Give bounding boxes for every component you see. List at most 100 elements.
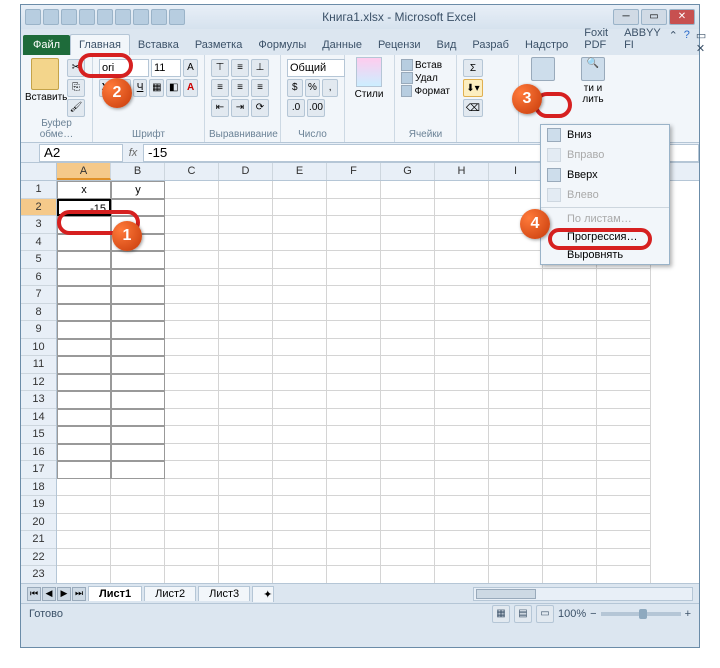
redo-icon[interactable]: [79, 9, 95, 25]
cell-A1[interactable]: x: [57, 181, 111, 199]
cell-empty[interactable]: [381, 374, 435, 392]
sheet-prev-button[interactable]: ◀: [42, 587, 56, 601]
cell-empty[interactable]: [273, 339, 327, 357]
cell-B15[interactable]: [111, 426, 165, 444]
cell-B10[interactable]: [111, 339, 165, 357]
cell-empty[interactable]: [381, 566, 435, 583]
row-header-2[interactable]: 2: [21, 199, 56, 217]
format-painter-button[interactable]: 🖌: [67, 99, 85, 117]
cell-empty[interactable]: [597, 356, 651, 374]
percent-button[interactable]: %: [305, 79, 321, 97]
cell-empty[interactable]: [219, 514, 273, 532]
cell-empty[interactable]: [435, 426, 489, 444]
cell-empty[interactable]: [327, 356, 381, 374]
cell-empty[interactable]: [327, 479, 381, 497]
cell-empty[interactable]: [489, 531, 543, 549]
cell-empty[interactable]: [219, 321, 273, 339]
cell-B16[interactable]: [111, 444, 165, 462]
row-header-14[interactable]: 14: [21, 409, 56, 427]
cell-empty[interactable]: [381, 514, 435, 532]
insert-cells-button[interactable]: Встав: [401, 59, 450, 71]
comma-button[interactable]: ,: [322, 79, 338, 97]
cell-empty[interactable]: [327, 321, 381, 339]
cell-A14[interactable]: [57, 409, 111, 427]
cell-empty[interactable]: [381, 461, 435, 479]
cell-empty[interactable]: [165, 531, 219, 549]
cell-empty[interactable]: [597, 286, 651, 304]
cell-empty[interactable]: [111, 496, 165, 514]
row-header-22[interactable]: 22: [21, 549, 56, 567]
currency-button[interactable]: $: [287, 79, 303, 97]
cell-empty[interactable]: [435, 496, 489, 514]
cell-empty[interactable]: [489, 444, 543, 462]
cell-empty[interactable]: [435, 304, 489, 322]
cell-empty[interactable]: [273, 304, 327, 322]
row-header-15[interactable]: 15: [21, 426, 56, 444]
cell-B9[interactable]: [111, 321, 165, 339]
cell-A5[interactable]: [57, 251, 111, 269]
view-layout-button[interactable]: ▤: [514, 605, 532, 623]
cell-empty[interactable]: [489, 479, 543, 497]
cell-empty[interactable]: [543, 566, 597, 583]
cell-A7[interactable]: [57, 286, 111, 304]
cell-empty[interactable]: [543, 461, 597, 479]
cell-empty[interactable]: [489, 566, 543, 583]
cell-empty[interactable]: [273, 321, 327, 339]
cell-empty[interactable]: [489, 461, 543, 479]
cell-empty[interactable]: [543, 304, 597, 322]
sort-filter-button[interactable]: [523, 57, 563, 117]
copy-button[interactable]: ⎘: [67, 79, 85, 97]
tab-developer[interactable]: Разраб: [464, 35, 517, 55]
row-header-10[interactable]: 10: [21, 339, 56, 357]
cell-empty[interactable]: [435, 479, 489, 497]
decrease-indent-button[interactable]: ⇤: [211, 99, 229, 117]
cell-empty[interactable]: [597, 409, 651, 427]
cell-A16[interactable]: [57, 444, 111, 462]
cell-B2[interactable]: [111, 199, 165, 217]
cell-A15[interactable]: [57, 426, 111, 444]
fill-series-item[interactable]: Прогрессия…: [541, 228, 669, 246]
cell-empty[interactable]: [327, 496, 381, 514]
cell-empty[interactable]: [273, 461, 327, 479]
row-header-18[interactable]: 18: [21, 479, 56, 497]
cell-empty[interactable]: [273, 181, 327, 199]
delete-cells-button[interactable]: Удал: [401, 72, 450, 84]
cell-A3[interactable]: [57, 216, 111, 234]
cell-empty[interactable]: [219, 181, 273, 199]
cell-empty[interactable]: [543, 339, 597, 357]
cell-empty[interactable]: [273, 409, 327, 427]
cell-empty[interactable]: [489, 181, 543, 199]
cell-empty[interactable]: [489, 304, 543, 322]
cell-empty[interactable]: [489, 199, 543, 217]
cell-empty[interactable]: [327, 234, 381, 252]
increase-indent-button[interactable]: ⇥: [231, 99, 249, 117]
cell-empty[interactable]: [543, 531, 597, 549]
view-pagebreak-button[interactable]: ▭: [536, 605, 554, 623]
cell-empty[interactable]: [597, 374, 651, 392]
zoom-in-button[interactable]: +: [685, 608, 691, 620]
cell-empty[interactable]: [381, 181, 435, 199]
cell-empty[interactable]: [435, 321, 489, 339]
fill-down-item[interactable]: Вниз: [541, 125, 669, 145]
align-middle-button[interactable]: ≡: [231, 59, 249, 77]
cell-empty[interactable]: [219, 199, 273, 217]
cell-empty[interactable]: [327, 461, 381, 479]
cell-empty[interactable]: [597, 514, 651, 532]
zoom-slider[interactable]: [601, 612, 681, 616]
cell-empty[interactable]: [165, 374, 219, 392]
tab-layout[interactable]: Разметка: [187, 35, 251, 55]
cell-empty[interactable]: [273, 444, 327, 462]
row-header-1[interactable]: 1: [21, 181, 56, 199]
cell-empty[interactable]: [219, 304, 273, 322]
cell-empty[interactable]: [219, 444, 273, 462]
tab-foxit[interactable]: Foxit PDF: [576, 23, 616, 55]
cell-empty[interactable]: [219, 391, 273, 409]
cell-empty[interactable]: [435, 234, 489, 252]
cell-empty[interactable]: [381, 356, 435, 374]
cell-A13[interactable]: [57, 391, 111, 409]
cell-empty[interactable]: [219, 479, 273, 497]
sheet-tab-2[interactable]: Лист2: [144, 586, 196, 601]
tab-addins[interactable]: Надстро: [517, 35, 576, 55]
cell-empty[interactable]: [381, 531, 435, 549]
cell-empty[interactable]: [219, 496, 273, 514]
